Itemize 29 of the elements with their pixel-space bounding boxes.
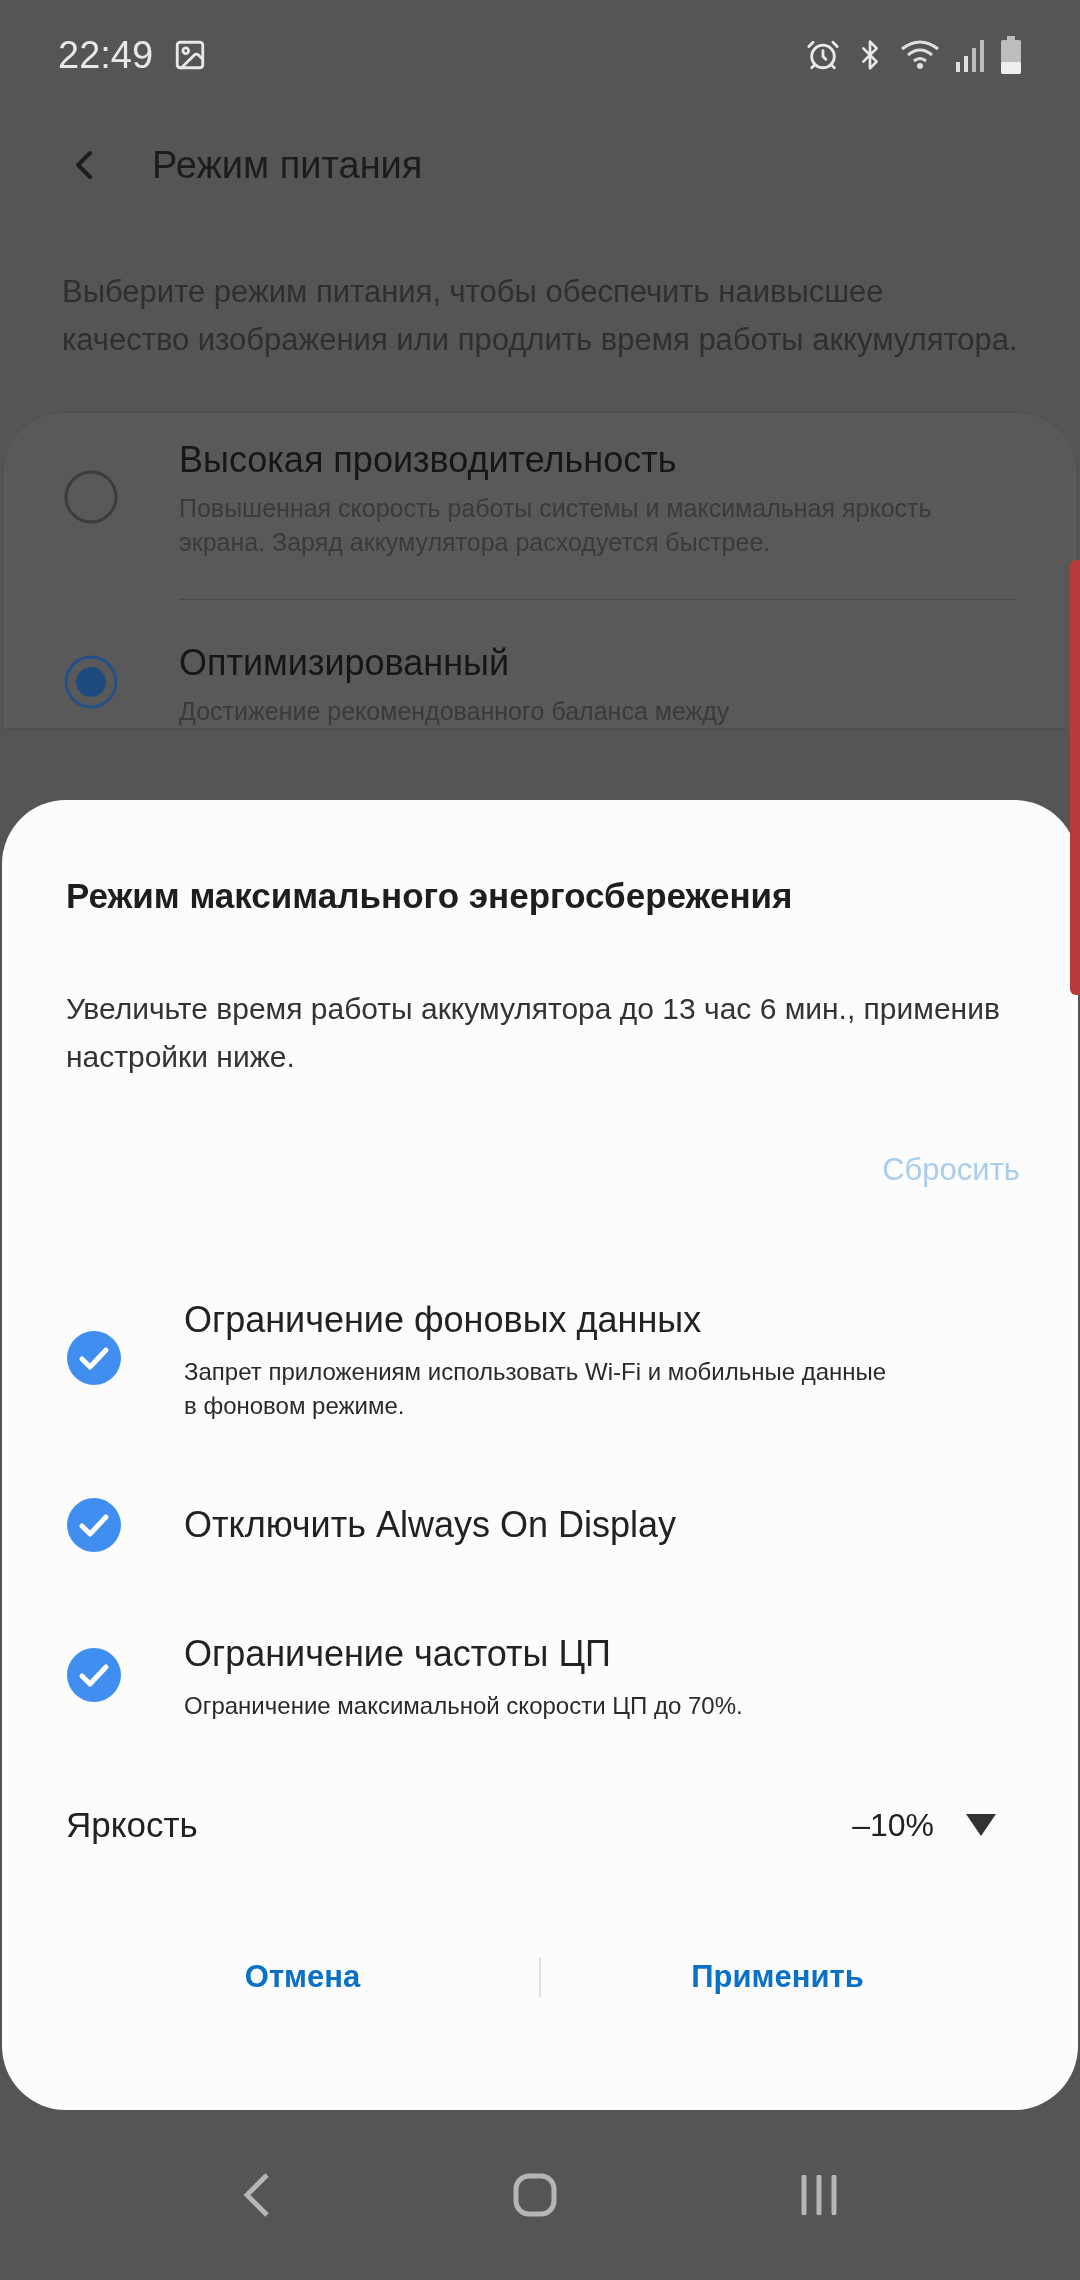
recents-icon[interactable] xyxy=(799,2175,839,2215)
brightness-label: Яркость xyxy=(66,1804,198,1846)
checkbox[interactable] xyxy=(66,1497,122,1553)
wifi-icon xyxy=(900,39,940,71)
home-icon[interactable] xyxy=(513,2173,557,2217)
battery-icon xyxy=(1000,36,1022,74)
option-description: Запрет приложениям использовать Wi-Fi и мобильные данные в фоновом режиме. xyxy=(184,1357,888,1421)
dialog-button[interactable]: Применить xyxy=(541,1943,1014,2010)
dialog-button[interactable]: Отмена xyxy=(66,1943,539,2010)
dialog-title: Режим максимального энергосбережения xyxy=(66,875,794,917)
checkbox[interactable] xyxy=(66,1330,122,1386)
signal-icon xyxy=(954,38,986,72)
option-title: Ограничение фоновых данных xyxy=(184,1298,703,1342)
mode-title: Оптимизированный xyxy=(179,641,511,685)
status-time: 22:49 xyxy=(58,32,154,78)
back-icon[interactable] xyxy=(241,2173,271,2217)
brightness-dropdown[interactable]: –10% xyxy=(852,1801,996,1850)
dialog-message: Увеличьте время работы аккумулятора до 13 час 6 мин., применив настройки ниже. xyxy=(66,990,1001,1075)
checkbox[interactable] xyxy=(66,1647,122,1703)
mode-title: Высокая производительность xyxy=(179,438,678,482)
dropdown-arrow-icon xyxy=(966,1814,996,1837)
radio-button[interactable] xyxy=(63,654,119,710)
alarm-icon xyxy=(806,38,840,72)
option-description: Ограничение максимальной скорости ЦП до 70%. xyxy=(184,1691,743,1721)
option-title: Ограничение частоты ЦП xyxy=(184,1632,612,1676)
edge-panel-handle[interactable] xyxy=(1070,560,1080,995)
page-title: Режим питания xyxy=(152,142,423,188)
radio-button[interactable] xyxy=(63,468,119,525)
option-title: Отключить Always On Display xyxy=(184,1503,677,1547)
